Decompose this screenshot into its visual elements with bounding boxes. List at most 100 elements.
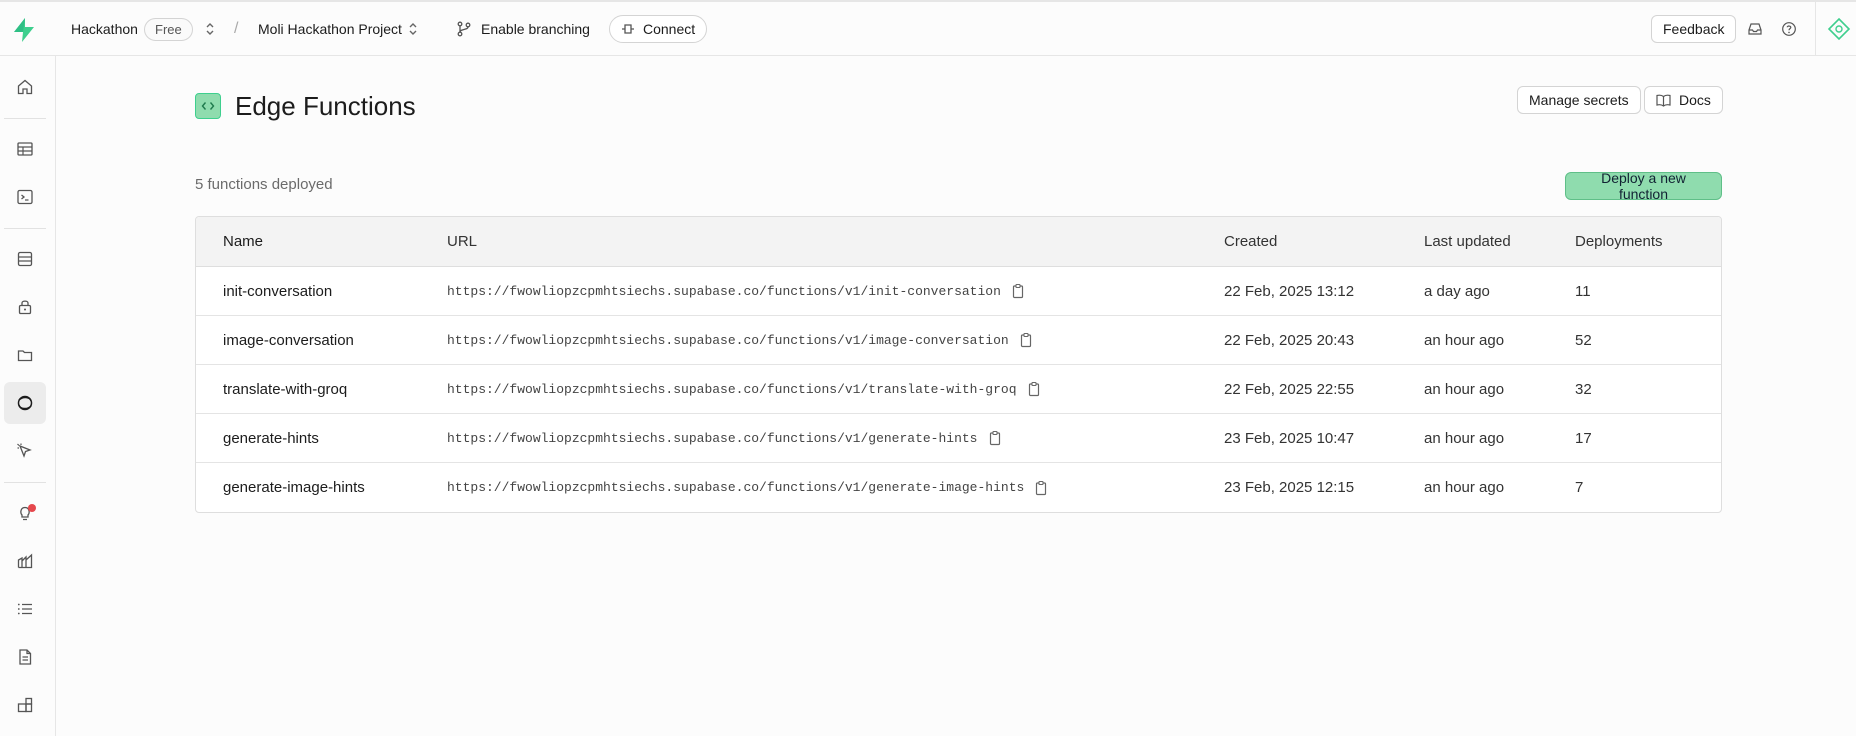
header-deployments: Deployments: [1575, 233, 1663, 250]
sql-editor-icon: [17, 189, 33, 205]
table-row[interactable]: generate-hints https://fwowliopzcpmhtsie…: [196, 414, 1721, 463]
sidebar-item-storage[interactable]: [4, 334, 46, 376]
function-updated: an hour ago: [1424, 331, 1505, 349]
reports-icon: [17, 553, 33, 569]
function-name: translate-with-groq: [223, 380, 348, 398]
connect-label: Connect: [643, 21, 696, 37]
function-created: 23 Feb, 2025 10:47: [1224, 429, 1355, 447]
help-icon[interactable]: [1779, 19, 1799, 39]
logs-icon: [17, 603, 32, 615]
enable-branching-button[interactable]: Enable branching: [456, 2, 590, 56]
function-url: https://fwowliopzcpmhtsiechs.supabase.co…: [447, 365, 1041, 413]
clipboard-icon[interactable]: [1027, 381, 1041, 397]
org-switcher[interactable]: [203, 2, 217, 56]
connect-button[interactable]: Connect: [609, 15, 708, 43]
function-url-text: https://fwowliopzcpmhtsiechs.supabase.co…: [447, 381, 1017, 397]
home-icon: [17, 79, 33, 95]
function-name: generate-hints: [223, 429, 319, 447]
sidebar-divider: [4, 118, 46, 119]
sidebar-item-sql-editor[interactable]: [4, 176, 46, 218]
deploy-wrap: Deploy a new function: [1565, 170, 1722, 202]
function-url: https://fwowliopzcpmhtsiechs.supabase.co…: [447, 463, 1048, 512]
function-url-text: https://fwowliopzcpmhtsiechs.supabase.co…: [447, 480, 1025, 495]
assistant-icon[interactable]: [1826, 16, 1852, 42]
sidebar-item-advisors[interactable]: [4, 492, 46, 534]
functions-table: Name URL Created Last updated Deployment…: [195, 216, 1722, 513]
function-deployments: 7: [1575, 479, 1584, 496]
table-row[interactable]: image-conversation https://fwowliopzcpmh…: [196, 316, 1721, 365]
edge-functions-icon: [17, 395, 33, 411]
feedback-wrap: Feedback: [1651, 2, 1737, 56]
book-open-icon: [1656, 94, 1671, 107]
docs-button[interactable]: Docs: [1644, 86, 1723, 114]
clipboard-icon[interactable]: [1034, 480, 1048, 496]
topbar-divider: [1815, 2, 1816, 56]
docs-wrap: Docs: [1644, 86, 1723, 114]
plug-icon: [622, 24, 634, 34]
function-url: https://fwowliopzcpmhtsiechs.supabase.co…: [447, 267, 1025, 315]
project-name: Moli Hackathon Project: [258, 21, 402, 37]
table-header: Name URL Created Last updated Deployment…: [196, 217, 1721, 267]
header-name: Name: [223, 233, 264, 250]
inbox-icon[interactable]: [1745, 19, 1765, 39]
project-switcher[interactable]: [406, 2, 420, 56]
auth-icon: [18, 300, 32, 315]
sidebar-item-database[interactable]: [4, 238, 46, 280]
function-created: 22 Feb, 2025 22:55: [1224, 380, 1355, 398]
clipboard-icon[interactable]: [988, 430, 1002, 446]
sidebar-item-home[interactable]: [4, 66, 46, 108]
realtime-icon: [17, 443, 32, 458]
function-deployments: 11: [1575, 282, 1591, 300]
integrations-icon: [17, 697, 33, 713]
breadcrumb-separator: /: [234, 20, 239, 37]
clipboard-icon[interactable]: [1019, 332, 1033, 348]
table-row[interactable]: init-conversation https://fwowliopzcpmht…: [196, 267, 1721, 316]
chevrons-up-down-icon: [206, 23, 214, 35]
function-url: https://fwowliopzcpmhtsiechs.supabase.co…: [447, 316, 1033, 364]
plan-badge: Free: [144, 17, 193, 41]
clipboard-icon[interactable]: [1011, 283, 1025, 299]
org-name: Hackathon: [71, 21, 138, 37]
feedback-button[interactable]: Feedback: [1651, 15, 1737, 43]
function-url: https://fwowliopzcpmhtsiechs.supabase.co…: [447, 414, 1002, 462]
enable-branching-label: Enable branching: [481, 21, 590, 37]
org-selector[interactable]: Hackathon: [71, 2, 138, 56]
connect-wrap: Connect: [609, 2, 708, 56]
sidebar-item-realtime[interactable]: [4, 430, 46, 472]
page-header: Edge Functions: [195, 86, 416, 126]
function-name: generate-image-hints: [223, 479, 365, 496]
function-deployments: 17: [1575, 429, 1592, 447]
function-url-text: https://fwowliopzcpmhtsiechs.supabase.co…: [447, 283, 1001, 299]
plan-badge-wrap: Free: [144, 2, 193, 56]
notification-dot: [28, 504, 36, 512]
function-deployments: 52: [1575, 331, 1592, 349]
supabase-logo-icon[interactable]: [10, 16, 38, 44]
manage-secrets-wrap: Manage secrets: [1517, 86, 1641, 114]
top-bar: Hackathon Free / Moli Hackathon Project …: [0, 0, 1856, 56]
manage-secrets-button[interactable]: Manage secrets: [1517, 86, 1641, 114]
table-row[interactable]: translate-with-groq https://fwowliopzcpm…: [196, 365, 1721, 414]
deploy-new-function-button[interactable]: Deploy a new function: [1565, 170, 1722, 202]
chevrons-up-down-icon: [409, 23, 417, 35]
function-url-text: https://fwowliopzcpmhtsiechs.supabase.co…: [447, 430, 978, 446]
sidebar-item-reports[interactable]: [4, 540, 46, 582]
sidebar-item-api-docs[interactable]: [4, 636, 46, 678]
sidebar-item-table-editor[interactable]: [4, 128, 46, 170]
code-icon: [195, 93, 221, 119]
sidebar: [0, 56, 56, 736]
sidebar-item-logs[interactable]: [4, 588, 46, 630]
header-last-updated: Last updated: [1424, 233, 1511, 250]
function-updated: an hour ago: [1424, 380, 1505, 398]
functions-count: 5 functions deployed: [195, 176, 333, 193]
function-created: 23 Feb, 2025 12:15: [1224, 479, 1355, 496]
storage-icon: [17, 350, 33, 362]
header-url: URL: [447, 233, 478, 250]
table-row[interactable]: generate-image-hints https://fwowliopzcp…: [196, 463, 1721, 512]
sidebar-item-auth[interactable]: [4, 286, 46, 328]
sidebar-item-integrations[interactable]: [4, 684, 46, 726]
header-created: Created: [1224, 233, 1278, 250]
function-updated: an hour ago: [1424, 429, 1505, 447]
project-selector[interactable]: Moli Hackathon Project: [258, 2, 402, 56]
function-updated: an hour ago: [1424, 479, 1505, 496]
sidebar-item-edge-functions[interactable]: [4, 382, 46, 424]
